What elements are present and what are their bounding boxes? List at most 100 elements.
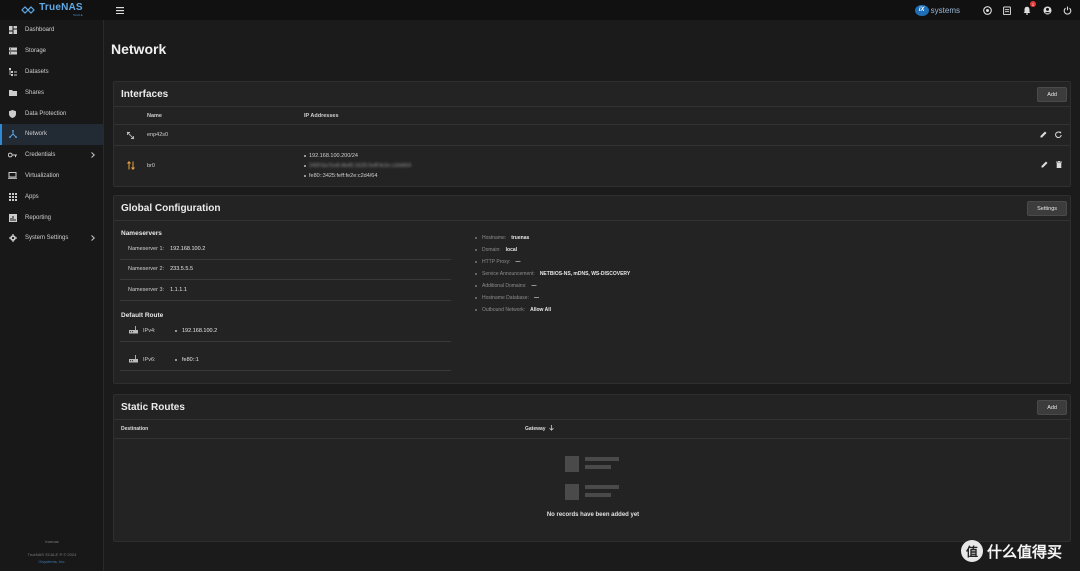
edit-icon[interactable] (1040, 131, 1047, 140)
brand-edition: SCALE (72, 13, 83, 17)
static-routes-header: Static Routes Add (114, 395, 1070, 420)
ip-address-list: 192.168.100.200/24 240f:6a:f1e8:4b45:162… (304, 151, 1070, 181)
sidebar-item-apps[interactable]: Apps (0, 186, 103, 207)
reset-icon[interactable] (1055, 130, 1062, 140)
sidebar-item-system-settings[interactable]: System Settings (0, 228, 103, 249)
global-configuration-card: Global Configuration Settings Nameserver… (113, 195, 1071, 384)
shield-icon (8, 109, 17, 118)
interface-name: enp42s0 (147, 132, 169, 138)
table-row[interactable]: enp42s0 (114, 125, 1070, 146)
route-value: 192.168.100.2 (182, 328, 218, 334)
nameserver-value: 233.5.5.5 (170, 266, 194, 272)
router-icon (129, 326, 138, 336)
route-label: IPv6: (143, 357, 156, 363)
detail-value: — (515, 259, 521, 265)
route-label: IPv4: (143, 328, 156, 334)
notifications-bell-icon[interactable]: 1 (1022, 1, 1036, 15)
add-static-route-button[interactable]: Add (1037, 400, 1067, 415)
truenas-logo[interactable]: TrueNAS SCALE (0, 0, 104, 20)
nameserver-label: Nameserver 1: (128, 246, 165, 252)
delete-icon[interactable] (1056, 161, 1062, 170)
power-icon[interactable] (1062, 5, 1072, 15)
detail-value: NETBIOS-NS, mDNS, WS-DISCOVERY (539, 271, 631, 277)
static-routes-title: Static Routes (121, 401, 185, 413)
clipboard-tasks-icon[interactable] (1002, 5, 1012, 15)
detail-domain: Domain: local (475, 247, 517, 253)
column-header-destination[interactable]: Destination (121, 426, 525, 432)
menu-toggle-icon[interactable] (114, 4, 126, 16)
sidebar-item-label: Credentials (25, 152, 56, 159)
route-row: IPv6: fe80::1 (129, 355, 199, 365)
add-interface-button[interactable]: Add (1037, 87, 1067, 102)
interface-name: br0 (147, 162, 155, 169)
apps-grid-icon (8, 192, 17, 201)
router-icon (129, 355, 138, 365)
link-down-icon (114, 131, 147, 140)
nameserver-label: Nameserver 3: (128, 287, 165, 293)
interfaces-card: Interfaces Add Name IP Addresses enp42s0… (113, 81, 1071, 187)
link-up-icon (114, 161, 147, 170)
detail-hostname: Hostname: truenas (475, 235, 529, 241)
laptop-icon (8, 171, 17, 180)
sidebar-item-network[interactable]: Network (0, 123, 103, 145)
chart-icon (8, 213, 17, 222)
interfaces-table-header: Name IP Addresses (114, 107, 1070, 125)
folder-icon (8, 88, 17, 97)
ixsystems-logo[interactable]: iX systems (914, 4, 960, 16)
detail-value: — (533, 295, 539, 301)
account-icon[interactable] (1042, 5, 1052, 15)
footer-hostname: truenas (45, 539, 59, 544)
sidebar-item-storage[interactable]: Storage (0, 41, 103, 62)
truecommand-icon[interactable] (982, 5, 992, 15)
detail-key: Additional Domains: (482, 283, 527, 289)
detail-value: Allow All (530, 307, 552, 313)
sidebar-item-label: Shares (25, 89, 45, 96)
footer-company-link[interactable]: iXsystems, Inc. (0, 558, 104, 565)
empty-list-icon (565, 456, 619, 500)
main-content: Network Interfaces Add Name IP Addresses… (104, 20, 1080, 571)
empty-state-message: No records have been added yet (546, 512, 640, 518)
sidebar-item-label: Reporting (25, 214, 52, 221)
column-header-ip-addresses[interactable]: IP Addresses (304, 113, 1070, 119)
sidebar-item-label: Storage (25, 48, 47, 55)
detail-additional-domains: Additional Domains: — (475, 283, 536, 289)
nameserver-label: Nameserver 2: (128, 266, 165, 272)
detail-outbound-network: Outbound Network: Allow All (475, 307, 551, 313)
sidebar-item-shares[interactable]: Shares (0, 82, 103, 103)
route-row: IPv4: 192.168.100.2 (129, 326, 217, 336)
nameserver-value: 1.1.1.1 (170, 287, 187, 293)
ix-badge: iX (914, 4, 929, 16)
global-configuration-title: Global Configuration (121, 202, 221, 214)
watermark-text: 什么值得买 (986, 543, 1062, 561)
network-icon (8, 130, 17, 139)
dashboard-icon (8, 26, 17, 35)
sidebar-item-virtualization[interactable]: Virtualization (0, 166, 103, 187)
sidebar-footer: truenas TrueNAS SCALE ® © 2024 iXsystems… (0, 538, 104, 565)
nameserver-row: Nameserver 1: 192.168.100.2 (128, 246, 205, 252)
column-header-name[interactable]: Name (147, 113, 304, 119)
table-row[interactable]: br0 192.168.100.200/24 240f:6a:f1e8:4b45… (114, 146, 1070, 185)
sidebar-item-credentials[interactable]: Credentials (0, 145, 103, 166)
sidebar-item-label: Datasets (25, 68, 49, 75)
sidebar-item-label: System Settings (25, 235, 69, 242)
ip-address-blurred: 240f:6a:f1e8:4b45:1625:5eff:fe2e:c2d4/64 (309, 162, 412, 169)
sidebar: Dashboard Storage Datasets Shares Data P… (0, 20, 104, 571)
sidebar-item-datasets[interactable]: Datasets (0, 62, 103, 83)
detail-key: Hostname: (482, 235, 507, 241)
column-header-gateway[interactable]: Gateway (525, 425, 554, 433)
static-routes-table-header: Destination Gateway (114, 420, 1070, 439)
page-title: Network (111, 41, 167, 57)
global-configuration-header: Global Configuration Settings (114, 196, 1070, 221)
sidebar-item-data-protection[interactable]: Data Protection (0, 103, 103, 124)
brand-name: TrueNAS (39, 2, 83, 13)
edit-icon[interactable] (1041, 161, 1048, 170)
storage-icon (8, 47, 17, 56)
detail-http-proxy: HTTP Proxy: — (475, 259, 521, 265)
route-value: fe80::1 (182, 357, 199, 363)
detail-value: local (505, 247, 518, 253)
sidebar-item-reporting[interactable]: Reporting (0, 207, 103, 228)
detail-key: Hostname Database: (482, 295, 529, 301)
settings-button[interactable]: Settings (1027, 201, 1067, 216)
sidebar-item-dashboard[interactable]: Dashboard (0, 20, 103, 41)
detail-value: — (531, 283, 537, 289)
